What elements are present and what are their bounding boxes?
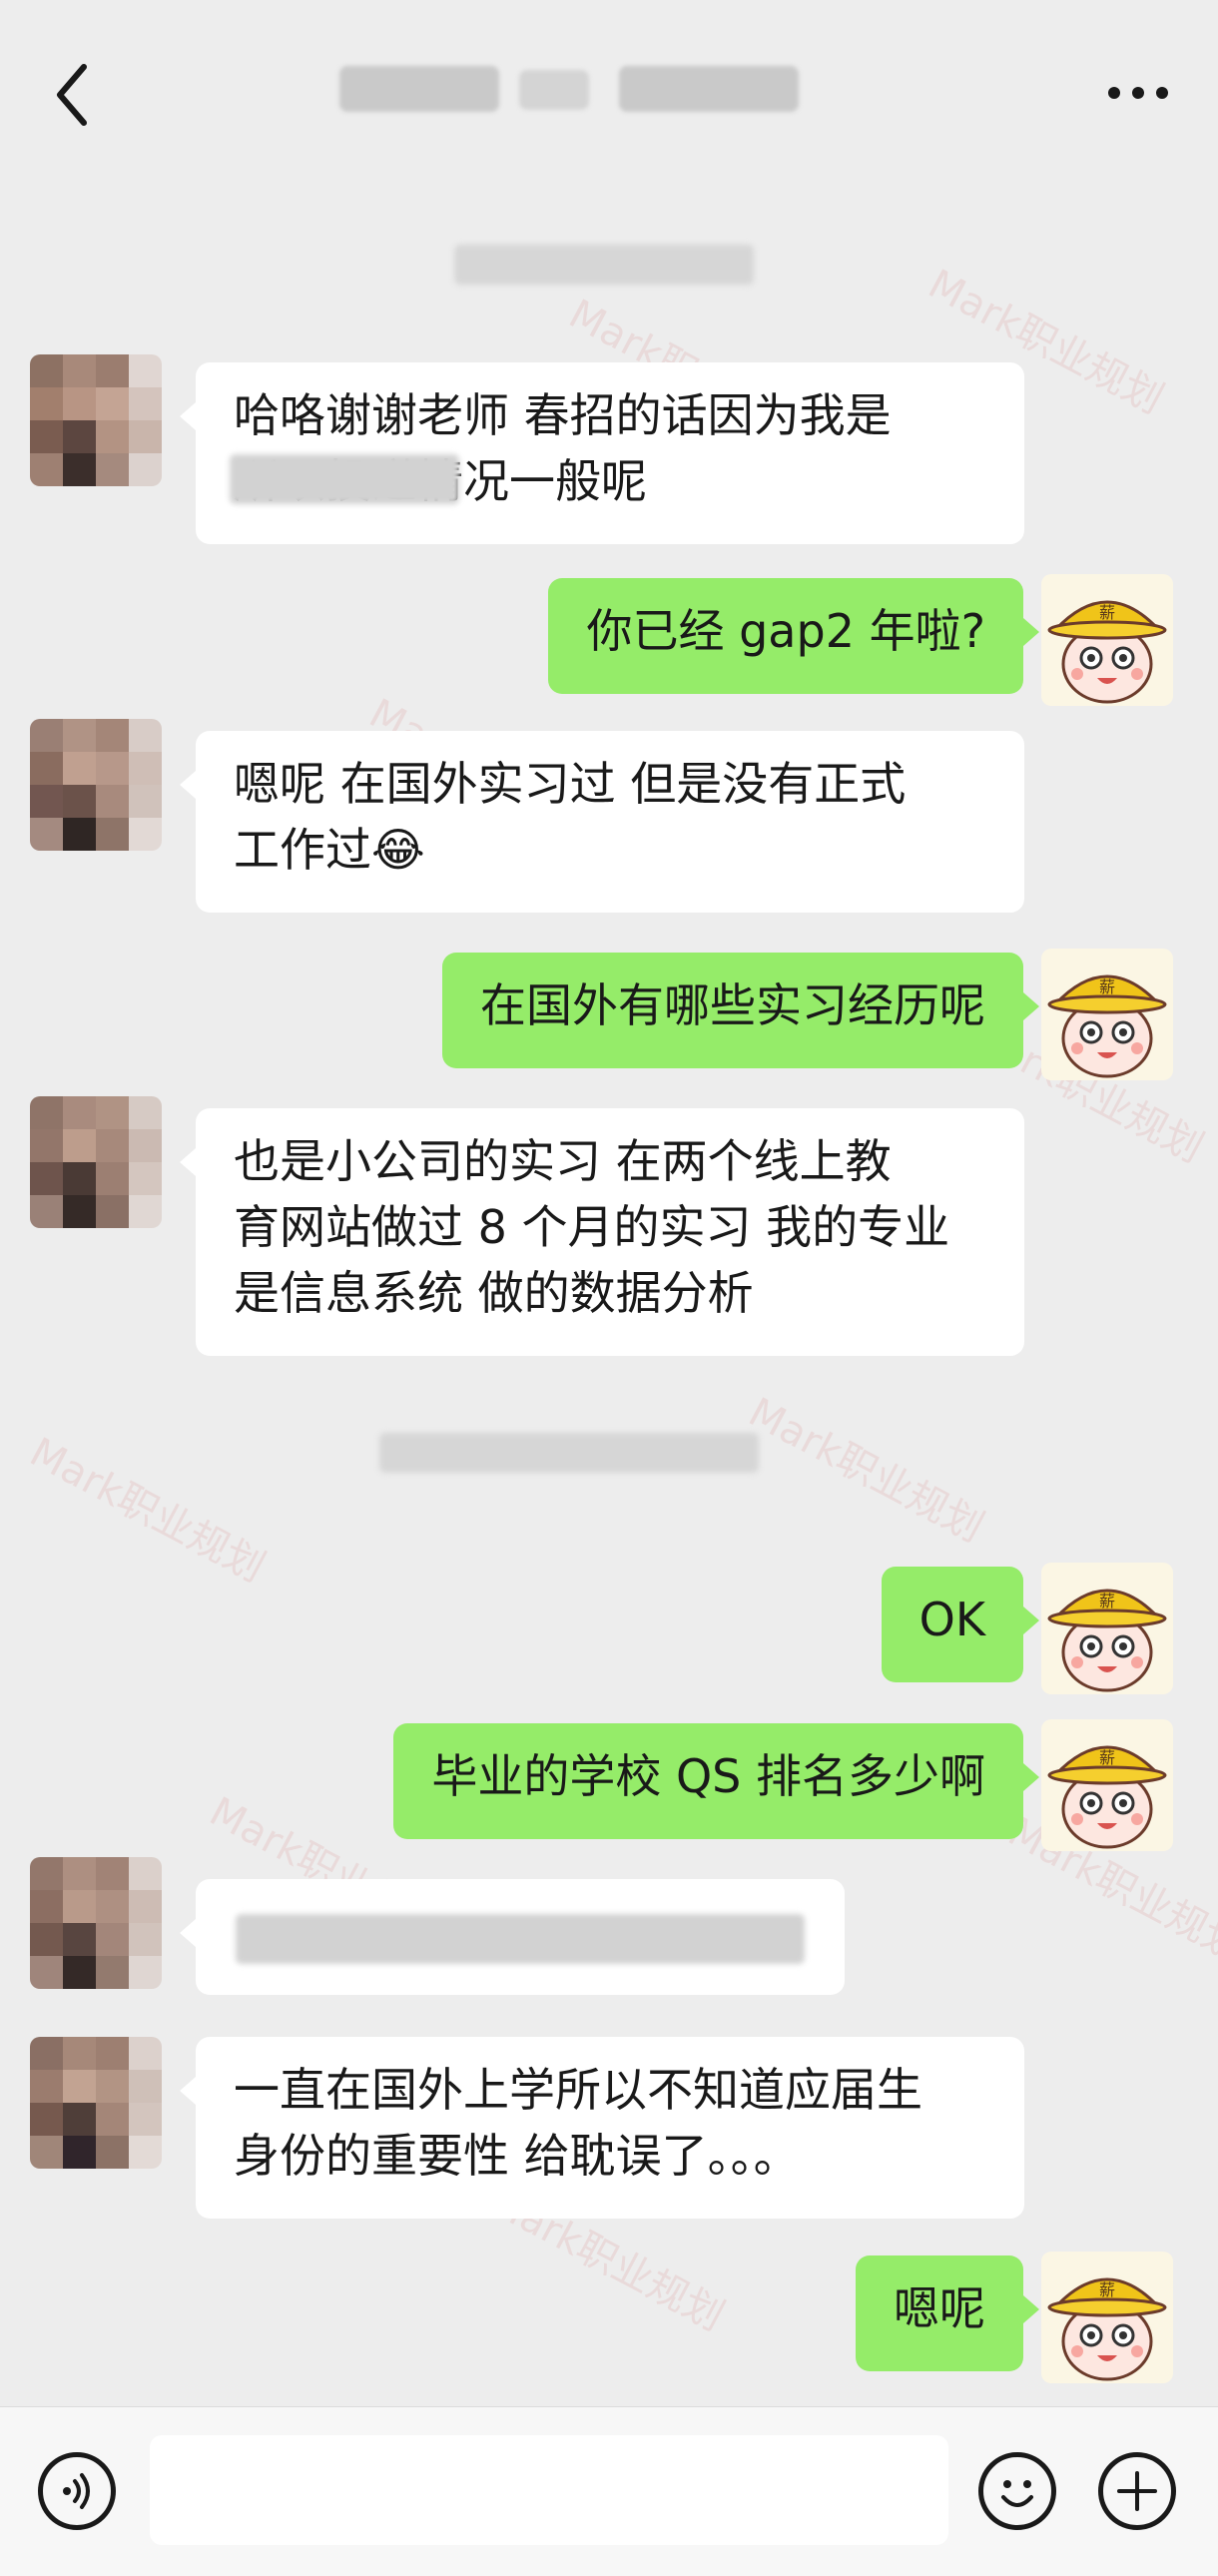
cartoon-avatar-icon: 薪 [1047,1589,1167,1692]
message-bubble[interactable]: 毕业的学校 QS 排名多少啊 [393,1723,1039,1839]
svg-text:薪: 薪 [1099,603,1115,622]
cartoon-avatar-icon: 薪 [1047,2277,1167,2381]
message-bubble[interactable]: 一直在国外上学所以不知道应届生 身份的重要性 给耽误了。。。 [180,2037,1024,2219]
watermark: Mark职业规划 [741,1389,991,1552]
cartoon-avatar-icon: 薪 [1047,974,1167,1078]
message-bubble[interactable]: 在国外有哪些实习经历呢 [442,953,1039,1068]
avatar[interactable]: 薪 [1041,2252,1173,2383]
avatar[interactable] [30,354,162,486]
avatar[interactable]: 薪 [1041,1563,1173,1694]
svg-text:薪: 薪 [1099,2280,1115,2299]
more-icon[interactable] [1098,68,1178,118]
emoji-icon[interactable] [978,2452,1056,2530]
avatar[interactable] [30,1857,162,1989]
svg-text:薪: 薪 [1099,1748,1115,1767]
message-bubble[interactable]: 嗯呢 [856,2255,1039,2371]
cartoon-avatar-icon: 薪 [1047,600,1167,704]
timestamp [379,1433,759,1473]
message-input[interactable] [150,2435,948,2545]
cartoon-avatar-icon: 薪 [1047,1745,1167,1849]
chat-title [339,62,869,118]
message-bubble[interactable]: 嗯呢 在国外实习过 但是没有正式 工作过😂 [180,731,1024,913]
watermark: Mark职业规划 [22,1429,273,1592]
chat-header [0,0,1218,190]
redacted-text [236,1914,805,1964]
svg-text:薪: 薪 [1099,1592,1115,1610]
message-bubble[interactable]: 哈咯谢谢老师 春招的话因为我是 所以投递情况一般呢 [180,362,1024,544]
avatar[interactable] [30,719,162,851]
avatar[interactable]: 薪 [1041,949,1173,1080]
svg-text:薪: 薪 [1099,977,1115,996]
redacted-text [230,454,459,504]
timestamp [454,245,754,285]
message-bubble[interactable]: 也是小公司的实习 在两个线上教 育网站做过 8 个月的实习 我的专业 是信息系统… [180,1108,1024,1356]
voice-icon[interactable] [38,2452,116,2530]
input-bar [0,2406,1218,2576]
avatar[interactable]: 薪 [1041,1719,1173,1851]
message-bubble[interactable]: 你已经 gap2 年啦? [548,578,1039,694]
avatar[interactable] [30,2037,162,2169]
avatar[interactable]: 薪 [1041,574,1173,706]
plus-icon[interactable] [1098,2452,1176,2530]
back-icon[interactable] [40,55,110,135]
avatar[interactable] [30,1096,162,1228]
message-bubble[interactable]: OK [881,1567,1040,1682]
